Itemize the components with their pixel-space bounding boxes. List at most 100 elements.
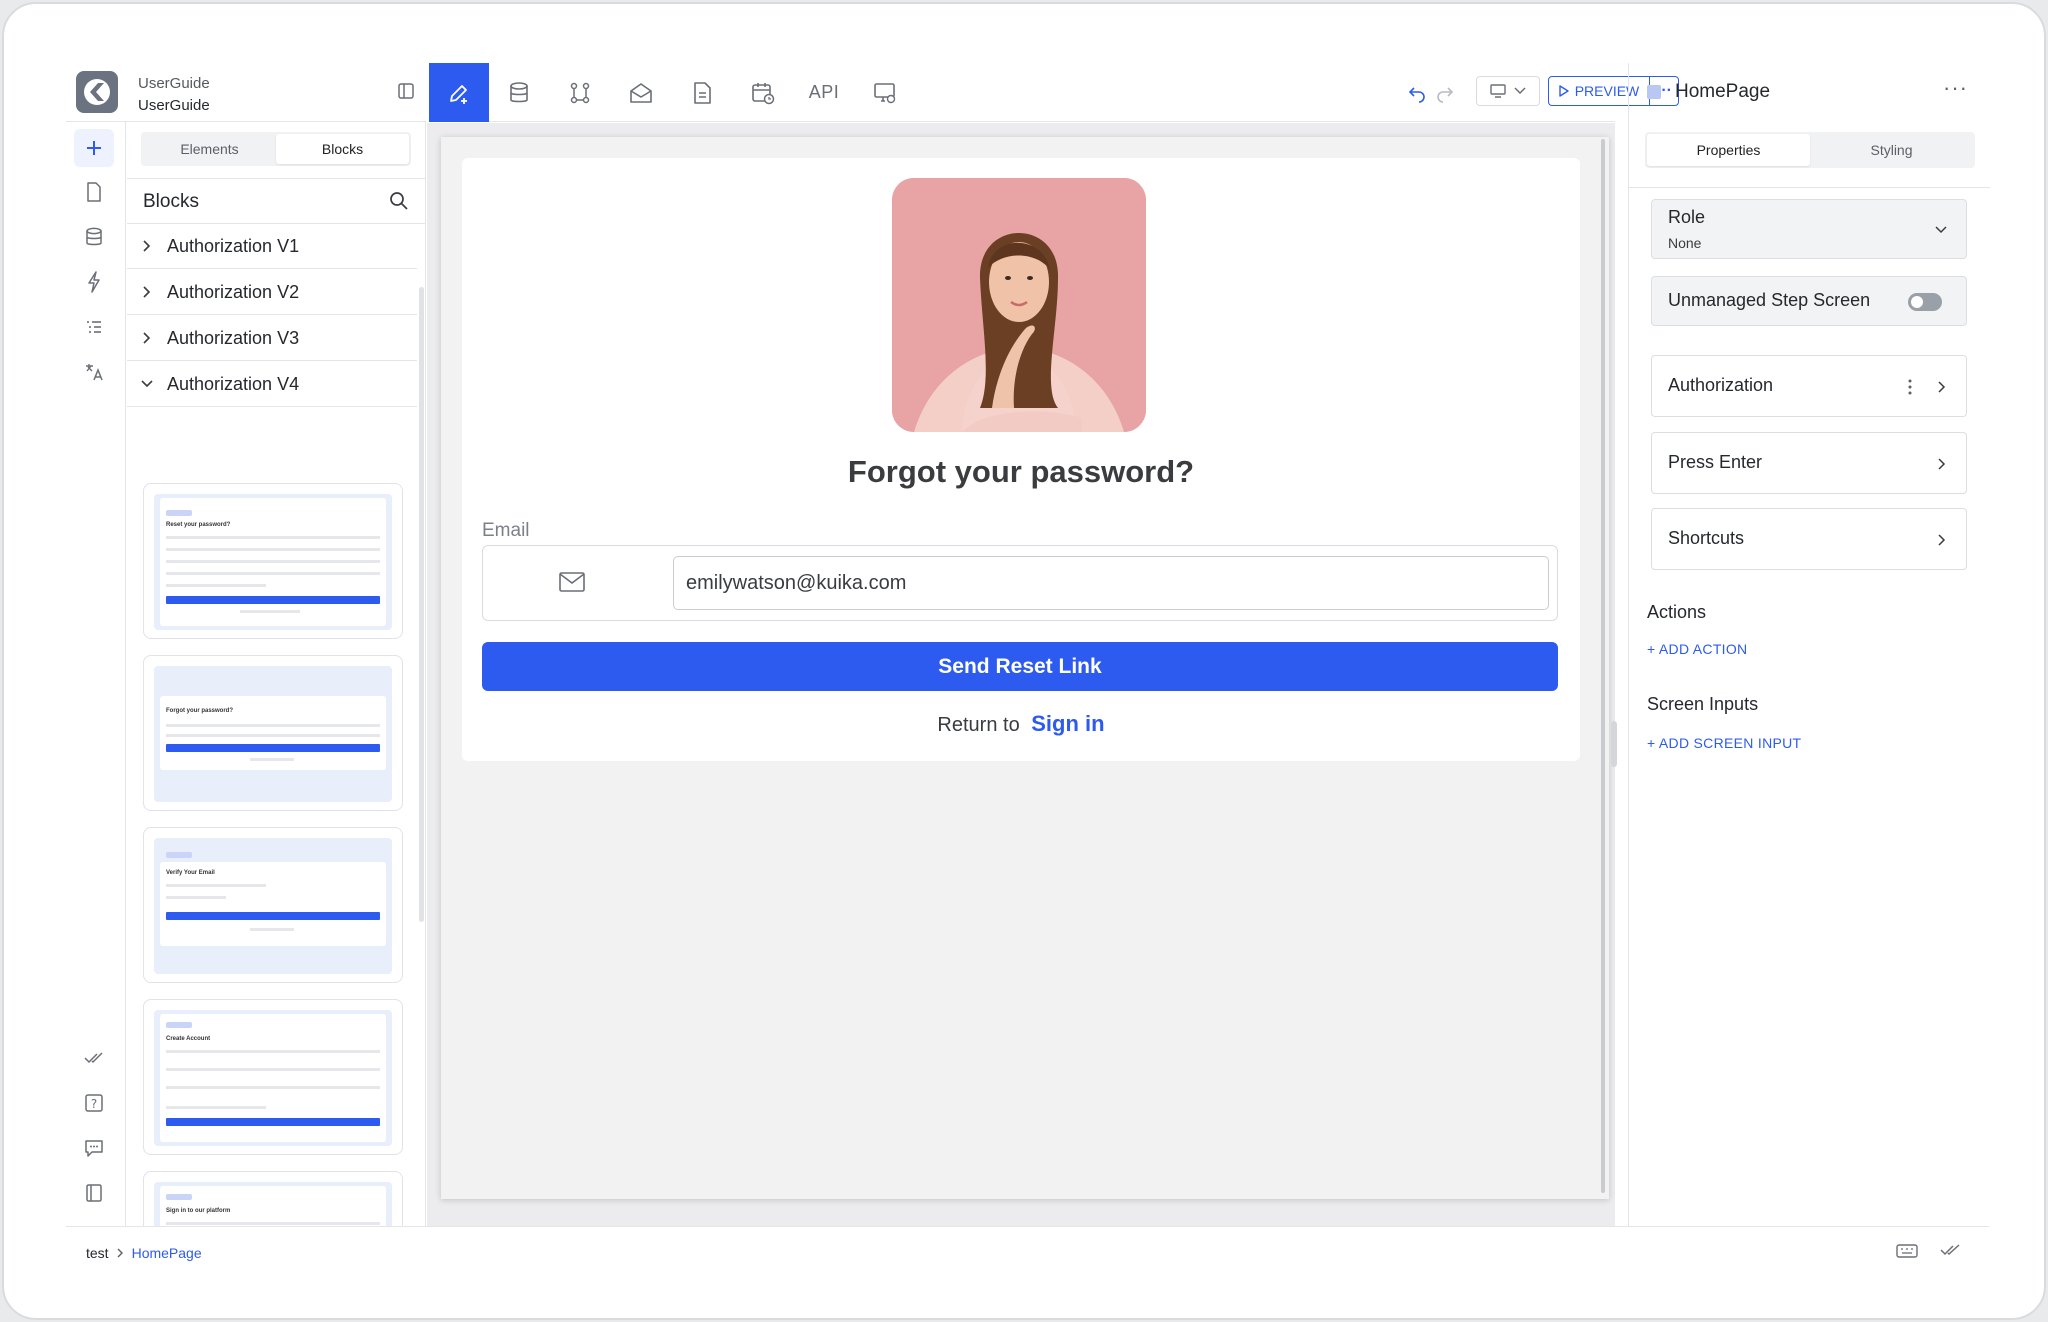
- resize-handle[interactable]: [1611, 721, 1617, 767]
- email-label: Email: [482, 520, 530, 541]
- help-icon: ?: [85, 1094, 103, 1112]
- chevron-right-icon: [143, 240, 151, 252]
- block-group-authorization-v1[interactable]: Authorization V1: [127, 224, 417, 269]
- ellipsis-icon[interactable]: ···: [1943, 75, 1968, 101]
- breadcrumb: test HomePage: [86, 1245, 202, 1261]
- role-select[interactable]: Role None: [1651, 199, 1967, 259]
- design-tool-button[interactable]: [429, 63, 489, 122]
- send-reset-link-button[interactable]: Send Reset Link: [482, 642, 1558, 691]
- play-icon: [1559, 85, 1569, 97]
- blocks-header: Blocks: [127, 178, 425, 224]
- block-thumbnail-create-account[interactable]: Create Account: [143, 999, 403, 1155]
- thumbnail-card: Verify Your Email: [160, 852, 386, 946]
- app-logo[interactable]: [76, 71, 118, 113]
- data-sources-button[interactable]: [74, 218, 114, 256]
- email-field[interactable]: emilywatson@kuika.com: [673, 556, 1549, 610]
- press-enter-label: Press Enter: [1668, 452, 1763, 472]
- shortcuts-row[interactable]: Shortcuts: [1651, 508, 1967, 570]
- database-icon: [510, 81, 528, 102]
- chevron-right-icon: [1938, 458, 1946, 470]
- actions-button[interactable]: [74, 263, 114, 301]
- pages-button[interactable]: [74, 173, 114, 211]
- sign-in-link[interactable]: Sign in: [1031, 711, 1104, 736]
- chevron-right-icon: [1938, 534, 1946, 546]
- thumbnail-field: [166, 896, 226, 899]
- svg-text:?: ?: [91, 1097, 97, 1111]
- keyboard-icon[interactable]: [1896, 1243, 1918, 1264]
- tab-blocks[interactable]: Blocks: [276, 134, 409, 164]
- translate-button[interactable]: [74, 353, 114, 391]
- add-element-button[interactable]: [74, 129, 114, 167]
- list-button[interactable]: [74, 308, 114, 346]
- redo-icon[interactable]: [1435, 83, 1455, 103]
- block-group-authorization-v2[interactable]: Authorization V2: [127, 270, 417, 315]
- block-group-label: Authorization V3: [167, 327, 300, 348]
- thumbnail-checkbox: [166, 1106, 266, 1109]
- thumbnail-field: [166, 536, 380, 539]
- scheduler-tool-button[interactable]: [733, 63, 793, 122]
- block-thumbnail-reset-password[interactable]: Reset your password?: [143, 483, 403, 639]
- help-button[interactable]: ?: [74, 1084, 114, 1122]
- properties-panel: HomePage ··· Properties Styling Role Non…: [1628, 63, 1990, 1226]
- search-icon[interactable]: [389, 191, 409, 216]
- kebab-menu-icon[interactable]: [1908, 378, 1912, 396]
- email-tool-button[interactable]: [611, 63, 671, 122]
- tab-elements[interactable]: Elements: [143, 134, 276, 164]
- block-group-authorization-v3[interactable]: Authorization V3: [127, 316, 417, 361]
- canvas-page[interactable]: Forgot your password? Email emilywatson@…: [441, 137, 1609, 1199]
- press-enter-row[interactable]: Press Enter: [1651, 432, 1967, 494]
- thumbnail-button: [166, 912, 380, 920]
- book-icon: [86, 1184, 102, 1202]
- chevron-right-icon: [143, 286, 151, 298]
- feedback-button[interactable]: [74, 1129, 114, 1167]
- monitor-settings-tool-button[interactable]: [855, 63, 915, 122]
- shortcuts-label: Shortcuts: [1668, 528, 1745, 548]
- plus-icon: [87, 141, 101, 155]
- add-action-link[interactable]: + ADD ACTION: [1647, 641, 1747, 657]
- block-thumbnail-verify-email[interactable]: Verify Your Email: [143, 827, 403, 983]
- tab-styling[interactable]: Styling: [1810, 134, 1973, 166]
- double-check-icon[interactable]: [1940, 1243, 1962, 1262]
- breadcrumb-current[interactable]: HomePage: [132, 1245, 202, 1261]
- panel-toggle-icon[interactable]: [396, 81, 418, 103]
- add-screen-input-link[interactable]: + ADD SCREEN INPUT: [1647, 735, 1801, 751]
- email-field-container[interactable]: emilywatson@kuika.com: [482, 545, 1558, 621]
- authorization-row[interactable]: Authorization: [1651, 355, 1967, 417]
- thumbnail-preview: Verify Your Email: [154, 838, 392, 974]
- project-title: UserGuide: [138, 97, 210, 114]
- page-title: Forgot your password?: [847, 454, 1195, 489]
- block-group-authorization-v4[interactable]: Authorization V4: [127, 362, 417, 407]
- thumbnail-logo: [166, 510, 192, 516]
- thumbnail-title: Reset your password?: [166, 522, 231, 528]
- undo-icon[interactable]: [1407, 83, 1427, 103]
- checks-button[interactable]: [74, 1039, 114, 1077]
- chevron-down-icon: [141, 380, 153, 388]
- document-tool-button[interactable]: [672, 63, 732, 122]
- breadcrumb-root[interactable]: test: [86, 1245, 109, 1261]
- unmanaged-step-screen-row: Unmanaged Step Screen: [1651, 276, 1967, 326]
- thumbnail-link: [250, 928, 294, 931]
- thumbnail-card: Forgot your password?: [160, 696, 386, 770]
- block-group-label: Authorization V2: [167, 281, 300, 302]
- device-selector[interactable]: [1476, 76, 1540, 106]
- chevron-right-icon: [143, 332, 151, 344]
- database-tool-button[interactable]: [489, 63, 549, 122]
- thumbnail-field: [166, 724, 380, 727]
- chevron-down-icon: [1514, 87, 1526, 95]
- thumbnail-field: [166, 734, 380, 737]
- block-thumbnail-sign-in[interactable]: Sign in to our platform: [143, 1171, 403, 1226]
- panel-scrollbar[interactable]: [419, 287, 424, 922]
- unmanaged-step-screen-toggle[interactable]: [1908, 293, 1942, 311]
- forgot-password-card[interactable]: Forgot your password? Email emilywatson@…: [462, 158, 1580, 761]
- docs-button[interactable]: [74, 1174, 114, 1212]
- profile-image[interactable]: [892, 178, 1146, 432]
- canvas-scrollbar[interactable]: [1601, 139, 1605, 1193]
- workflow-tool-button[interactable]: [550, 63, 610, 122]
- api-tool-button[interactable]: API: [794, 63, 854, 122]
- block-group-label: Authorization V1: [167, 235, 300, 256]
- thumbnail-button: [166, 1118, 380, 1126]
- thumbnail-field: [166, 548, 380, 551]
- tab-properties[interactable]: Properties: [1647, 134, 1810, 166]
- document-icon: [694, 81, 711, 104]
- block-thumbnail-forgot-password[interactable]: Forgot your password?: [143, 655, 403, 811]
